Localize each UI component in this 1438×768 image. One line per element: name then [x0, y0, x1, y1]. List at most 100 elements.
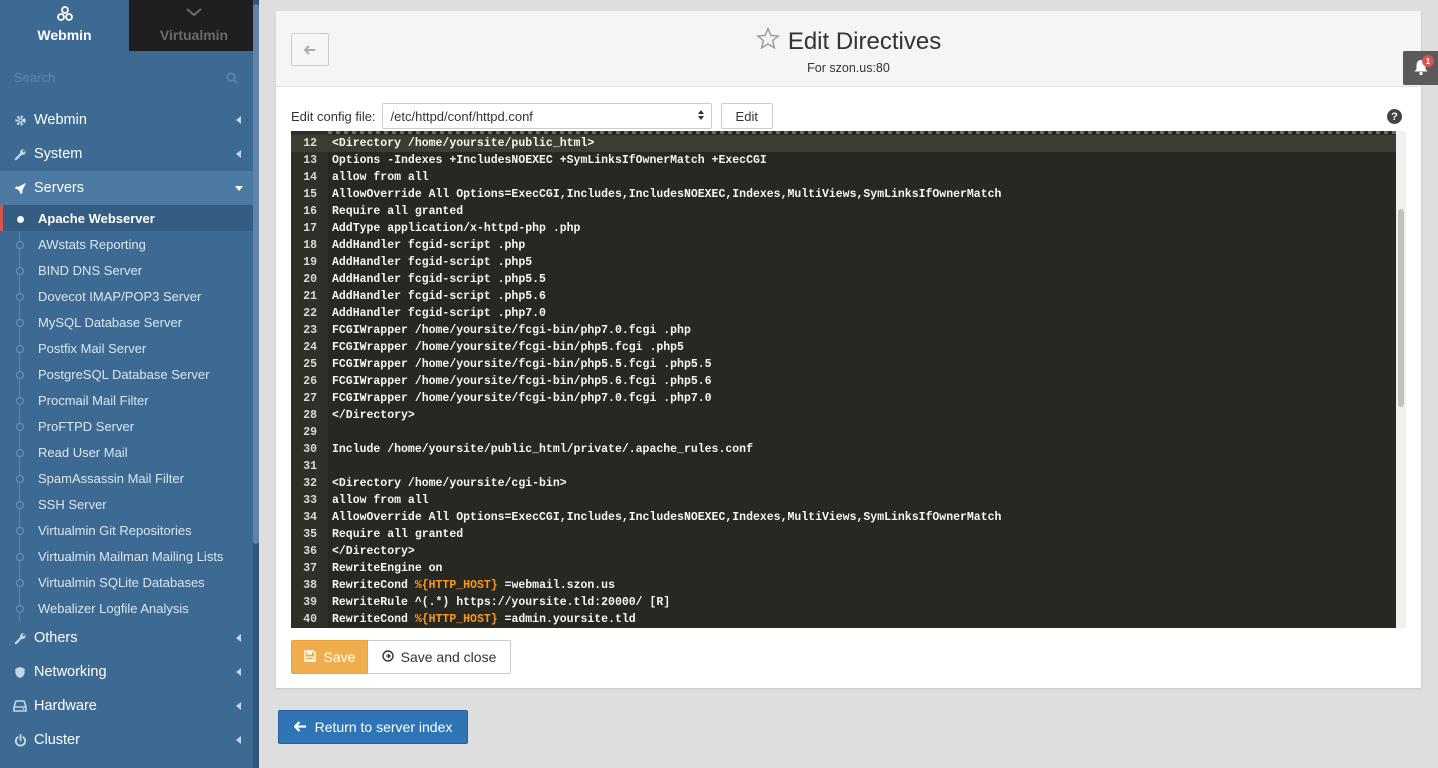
- code-line[interactable]: 28 </Directory>: [291, 407, 1396, 424]
- code-line[interactable]: 32 <Directory /home/yoursite/cgi-bin>: [291, 475, 1396, 492]
- sidebar-item-mysql-database-server[interactable]: MySQL Database Server: [0, 309, 259, 335]
- sidebar-item-virtualmin-git-repositories[interactable]: Virtualmin Git Repositories: [0, 517, 259, 543]
- code-line[interactable]: 24 FCGIWrapper /home/yoursite/fcgi-bin/ph…: [291, 339, 1396, 356]
- menu-category-others[interactable]: Others: [0, 621, 259, 655]
- code-line[interactable]: 15 AllowOverride All Options=ExecCGI,Incl…: [291, 186, 1396, 203]
- sidebar-item-postgresql-database-server[interactable]: PostgreSQL Database Server: [0, 361, 259, 387]
- menu-category-system[interactable]: System: [0, 137, 259, 171]
- code-line[interactable]: 16 Require all granted: [291, 203, 1396, 220]
- code-line[interactable]: 20 AddHandler fcgid-script .php5.5: [291, 271, 1396, 288]
- sidebar-scrollbar-thumb[interactable]: [253, 4, 259, 544]
- sidebar-item-postfix-mail-server[interactable]: Postfix Mail Server: [0, 335, 259, 361]
- line-text: allow from all: [328, 492, 429, 509]
- code-line[interactable]: 40 RewriteCond %{HTTP_HOST} =admin.yoursi…: [291, 611, 1396, 628]
- sidebar-item-read-user-mail[interactable]: Read User Mail: [0, 439, 259, 465]
- code-segment: Options -Indexes +IncludesNOEXEC +SymLin…: [332, 154, 767, 167]
- line-number: 30: [303, 443, 317, 456]
- chevron-down-icon: [185, 5, 203, 23]
- code-line[interactable]: 18 AddHandler fcgid-script .php: [291, 237, 1396, 254]
- line-number: 20: [303, 273, 317, 286]
- main-panel: Edit Directives For szon.us:80 Edit conf…: [276, 11, 1421, 688]
- return-to-server-index-button[interactable]: Return to server index: [278, 710, 468, 744]
- line-text: Options -Indexes +IncludesNOEXEC +SymLin…: [328, 152, 767, 169]
- menu-category-label: Others: [34, 630, 78, 646]
- line-text: AddType application/x-httpd-php .php: [328, 220, 580, 237]
- menu-category-servers[interactable]: Servers: [0, 171, 259, 205]
- line-text: FCGIWrapper /home/yoursite/fcgi-bin/php7…: [328, 322, 691, 339]
- caret-left-icon: [236, 702, 241, 710]
- config-file-select[interactable]: /etc/httpd/conf/httpd.conf: [381, 103, 712, 129]
- code-segment: <Directory /home/yoursite/cgi-bin>: [332, 477, 567, 490]
- code-line[interactable]: 22 AddHandler fcgid-script .php7.0: [291, 305, 1396, 322]
- search-input[interactable]: [0, 59, 252, 95]
- star-icon[interactable]: [755, 26, 780, 57]
- line-text: FCGIWrapper /home/yoursite/fcgi-bin/php5…: [328, 373, 712, 390]
- code-line[interactable]: 27 FCGIWrapper /home/yoursite/fcgi-bin/ph…: [291, 390, 1396, 407]
- search-icon[interactable]: [226, 71, 238, 87]
- editor-scrollbar-thumb[interactable]: [1398, 209, 1404, 407]
- code-line[interactable]: 21 AddHandler fcgid-script .php5.6: [291, 288, 1396, 305]
- code-line[interactable]: 29: [291, 424, 1396, 441]
- sidebar-item-ssh-server[interactable]: SSH Server: [0, 491, 259, 517]
- code-line[interactable]: 23 FCGIWrapper /home/yoursite/fcgi-bin/ph…: [291, 322, 1396, 339]
- save-button[interactable]: Save: [291, 640, 368, 674]
- line-text: allow from all: [328, 169, 429, 186]
- sidebar-item-proftpd-server[interactable]: ProFTPD Server: [0, 413, 259, 439]
- code-line[interactable]: 25 FCGIWrapper /home/yoursite/fcgi-bin/ph…: [291, 356, 1396, 373]
- line-number: 31: [303, 460, 317, 473]
- menu-category-cluster[interactable]: Cluster: [0, 723, 259, 757]
- menu-category-hardware[interactable]: Hardware: [0, 689, 259, 723]
- code-line[interactable]: 14 allow from all: [291, 169, 1396, 186]
- tab-virtualmin[interactable]: Virtualmin: [129, 0, 259, 51]
- line-text: FCGIWrapper /home/yoursite/fcgi-bin/php5…: [328, 339, 684, 356]
- code-line[interactable]: 26 FCGIWrapper /home/yoursite/fcgi-bin/ph…: [291, 373, 1396, 390]
- sidebar-item-virtualmin-mailman[interactable]: Virtualmin Mailman Mailing Lists: [0, 543, 259, 569]
- shield-icon: [13, 665, 27, 679]
- notifications-button[interactable]: 1: [1403, 51, 1438, 85]
- save-and-close-label: Save and close: [400, 649, 497, 665]
- menu-category-networking[interactable]: Networking: [0, 655, 259, 689]
- help-icon[interactable]: ?: [1387, 109, 1402, 124]
- line-text: AddHandler fcgid-script .php5.5: [328, 271, 546, 288]
- sidebar-item-virtualmin-sqlite[interactable]: Virtualmin SQLite Databases: [0, 569, 259, 595]
- line-text: [328, 424, 332, 441]
- sidebar-item-bind-dns-server[interactable]: BIND DNS Server: [0, 257, 259, 283]
- code-line[interactable]: 30 Include /home/yoursite/public_html/pri…: [291, 441, 1396, 458]
- code-line[interactable]: 31: [291, 458, 1396, 475]
- tab-webmin[interactable]: Webmin: [0, 0, 129, 51]
- caret-left-icon: [236, 150, 241, 158]
- sidebar-item-awstats-reporting[interactable]: AWstats Reporting: [0, 231, 259, 257]
- code-line[interactable]: 33 allow from all: [291, 492, 1396, 509]
- code-editor[interactable]: 12 <Directory /home/yoursite/public_html>…: [291, 131, 1406, 628]
- menu-category-label: Webmin: [34, 112, 87, 128]
- sidebar-item-webalizer[interactable]: Webalizer Logfile Analysis: [0, 595, 259, 621]
- hdd-icon: [13, 699, 27, 713]
- sidebar-item-dovecot-server[interactable]: Dovecot IMAP/POP3 Server: [0, 283, 259, 309]
- select-arrows-icon: [697, 109, 705, 124]
- code-line[interactable]: 19 AddHandler fcgid-script .php5: [291, 254, 1396, 271]
- editor-scrollbar[interactable]: [1396, 131, 1406, 628]
- code-line[interactable]: 36 </Directory>: [291, 543, 1396, 560]
- code-segment: Require all granted: [332, 205, 464, 218]
- code-line[interactable]: 37 RewriteEngine on: [291, 560, 1396, 577]
- line-number: 35: [303, 528, 317, 541]
- sidebar-item-apache-webserver[interactable]: Apache Webserver: [0, 205, 259, 231]
- line-number: 40: [303, 613, 317, 626]
- edit-config-button[interactable]: Edit: [720, 103, 773, 129]
- code-line[interactable]: 35 Require all granted: [291, 526, 1396, 543]
- code-line[interactable]: 34 AllowOverride All Options=ExecCGI,Incl…: [291, 509, 1396, 526]
- menu-category-webmin[interactable]: Webmin: [0, 103, 259, 137]
- code-line[interactable]: 39 RewriteRule ^(.*) https://yoursite.tld…: [291, 594, 1396, 611]
- save-and-close-button[interactable]: Save and close: [368, 640, 511, 674]
- code-line[interactable]: 13 Options -Indexes +IncludesNOEXEC +SymL…: [291, 152, 1396, 169]
- code-line[interactable]: 17 AddType application/x-httpd-php .php: [291, 220, 1396, 237]
- line-number: 22: [303, 307, 317, 320]
- sidebar-scrollbar[interactable]: [253, 0, 259, 768]
- config-file-value: /etc/httpd/conf/httpd.conf: [390, 108, 533, 124]
- code-segment: AddHandler fcgid-script .php: [332, 239, 526, 252]
- notification-badge: 1: [1422, 55, 1434, 67]
- code-line[interactable]: 38 RewriteCond %{HTTP_HOST} =webmail.szon…: [291, 577, 1396, 594]
- sidebar-item-spamassassin-mail-filter[interactable]: SpamAssassin Mail Filter: [0, 465, 259, 491]
- code-line[interactable]: 12 <Directory /home/yoursite/public_html>: [291, 135, 1396, 152]
- sidebar-item-procmail-mail-filter[interactable]: Procmail Mail Filter: [0, 387, 259, 413]
